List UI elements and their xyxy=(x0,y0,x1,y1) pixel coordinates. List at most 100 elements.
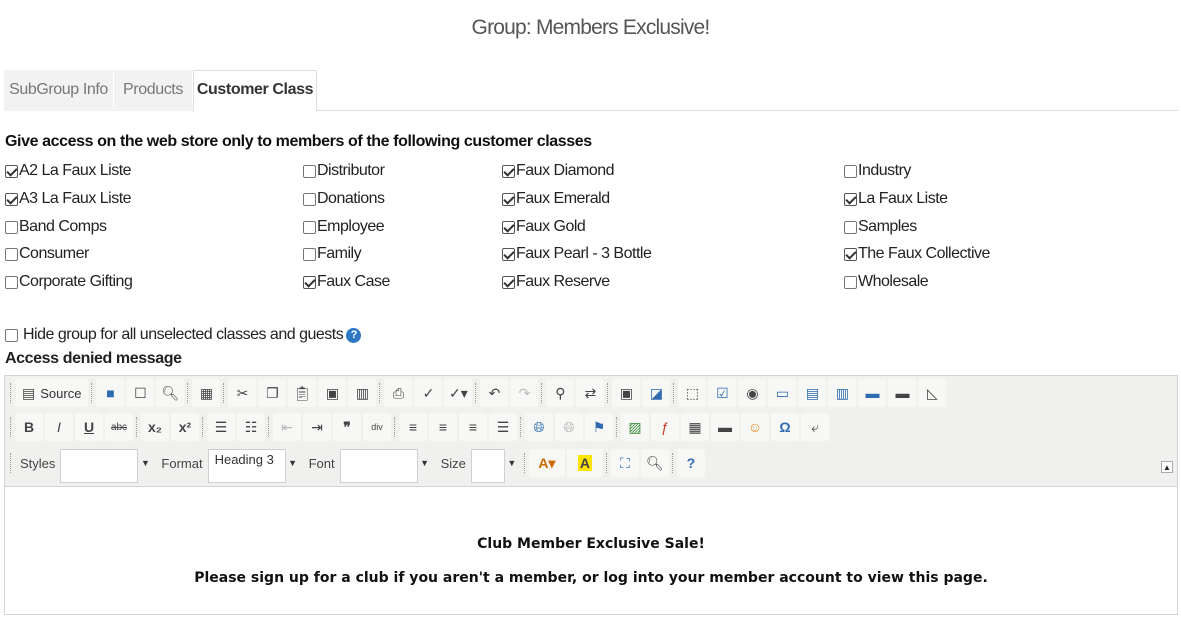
class-checkbox-wholesale[interactable]: Wholesale xyxy=(844,272,929,292)
checkbox[interactable] xyxy=(502,220,515,234)
superscript-button[interactable]: x² xyxy=(171,413,199,441)
hide-group-checkbox[interactable] xyxy=(5,328,18,342)
flash-button[interactable]: ƒ xyxy=(651,413,679,441)
create-div-button[interactable]: div xyxy=(363,413,391,441)
checkbox[interactable] xyxy=(844,247,857,261)
class-checkbox-distributor[interactable]: Distributor xyxy=(303,161,385,181)
bg-color-button[interactable]: A xyxy=(566,449,603,477)
collapse-toolbar-icon[interactable]: ▲ xyxy=(1161,461,1173,473)
print-button[interactable]: ⎙ xyxy=(384,379,413,407)
align-center-button[interactable]: ≡ xyxy=(429,413,457,441)
preview-button[interactable]: 🔍︎ xyxy=(156,379,185,407)
hide-group-option[interactable]: Hide group for all unselected classes an… xyxy=(5,326,362,344)
save-button[interactable]: ■ xyxy=(96,379,125,407)
table-button[interactable]: ▦ xyxy=(681,413,709,441)
image-button[interactable]: ▨ xyxy=(621,413,649,441)
radio-button[interactable]: ◉ xyxy=(738,379,767,407)
hidden-field-button[interactable]: ◺ xyxy=(918,379,947,407)
checkbox[interactable] xyxy=(502,275,515,289)
special-char-button[interactable]: Ω xyxy=(771,413,799,441)
align-left-button[interactable]: ≡ xyxy=(399,413,427,441)
format-select[interactable]: Heading 3 xyxy=(207,449,286,483)
maximize-button[interactable]: ⛶ xyxy=(610,449,639,477)
checkbox[interactable] xyxy=(5,220,18,234)
align-right-button[interactable]: ≡ xyxy=(459,413,487,441)
class-checkbox-a2-la-faux-liste[interactable]: A2 La Faux Liste xyxy=(5,161,132,181)
class-checkbox-samples[interactable]: Samples xyxy=(844,217,917,237)
page-break-button[interactable]: ⤶ xyxy=(801,413,829,441)
form-button[interactable]: ⬚ xyxy=(678,379,707,407)
class-checkbox-a3-la-faux-liste[interactable]: A3 La Faux Liste xyxy=(5,189,132,209)
spellcheck-button[interactable]: ✓ xyxy=(414,379,443,407)
anchor-button[interactable]: ⚑ xyxy=(585,413,613,441)
checkbox[interactable] xyxy=(502,247,515,261)
copy-button[interactable]: ❐ xyxy=(258,379,287,407)
show-blocks-button[interactable]: 🔍︎ xyxy=(640,449,669,477)
class-checkbox-faux-gold[interactable]: Faux Gold xyxy=(502,217,586,237)
chevron-down-icon[interactable]: ▼ xyxy=(418,449,432,477)
blockquote-button[interactable]: ❞ xyxy=(333,413,361,441)
about-button[interactable]: ? xyxy=(676,449,705,477)
replace-button[interactable]: ⇄ xyxy=(576,379,605,407)
class-checkbox-consumer[interactable]: Consumer xyxy=(5,244,89,264)
checkbox[interactable] xyxy=(5,192,18,206)
checkbox[interactable] xyxy=(844,220,857,234)
class-checkbox-family[interactable]: Family xyxy=(303,244,362,264)
unlink-button[interactable]: 🌐︎ xyxy=(555,413,583,441)
subscript-button[interactable]: x₂ xyxy=(141,413,169,441)
indent-button[interactable]: ⇥ xyxy=(303,413,331,441)
paste-button[interactable]: 📋︎ xyxy=(288,379,317,407)
templates-button[interactable]: ▦ xyxy=(192,379,221,407)
select-all-button[interactable]: ▣ xyxy=(612,379,641,407)
checkbox[interactable] xyxy=(5,164,18,178)
class-checkbox-donations[interactable]: Donations xyxy=(303,189,385,209)
remove-format-button[interactable]: ◪ xyxy=(642,379,671,407)
bold-button[interactable]: B xyxy=(15,413,43,441)
class-checkbox-the-faux-collective[interactable]: The Faux Collective xyxy=(844,244,990,264)
class-checkbox-faux-diamond[interactable]: Faux Diamond xyxy=(502,161,615,181)
class-checkbox-faux-reserve[interactable]: Faux Reserve xyxy=(502,272,610,292)
tab-subgroup-info[interactable]: SubGroup Info xyxy=(4,70,113,111)
class-checkbox-industry[interactable]: Industry xyxy=(844,161,911,181)
spellcheck-dropdown-button[interactable]: ✓▾ xyxy=(444,379,473,407)
bulleted-list-button[interactable]: ☷ xyxy=(237,413,265,441)
source-button[interactable]: ▤ Source xyxy=(15,379,89,407)
chevron-down-icon[interactable]: ▼ xyxy=(138,449,152,477)
font-select[interactable] xyxy=(339,449,418,483)
font-combo[interactable]: Font ▼ xyxy=(304,449,432,483)
paste-word-button[interactable]: ▥ xyxy=(348,379,377,407)
chevron-down-icon[interactable]: ▼ xyxy=(286,449,300,477)
horizontal-rule-button[interactable]: ▬ xyxy=(711,413,739,441)
new-page-button[interactable]: ☐ xyxy=(126,379,155,407)
size-combo[interactable]: Size ▼ xyxy=(436,449,519,483)
checkbox[interactable] xyxy=(303,247,316,261)
class-checkbox-corporate-gifting[interactable]: Corporate Gifting xyxy=(5,272,133,292)
chevron-down-icon[interactable]: ▼ xyxy=(505,449,519,477)
outdent-button[interactable]: ⇤ xyxy=(273,413,301,441)
checkbox-button[interactable]: ☑ xyxy=(708,379,737,407)
textarea-button[interactable]: ▤ xyxy=(798,379,827,407)
size-select[interactable] xyxy=(470,449,505,483)
justify-button[interactable]: ☰ xyxy=(489,413,517,441)
checkbox[interactable] xyxy=(502,192,515,206)
redo-button[interactable]: ↷ xyxy=(510,379,539,407)
textfield-button[interactable]: ▭ xyxy=(768,379,797,407)
paste-text-button[interactable]: ▣ xyxy=(318,379,347,407)
undo-button[interactable]: ↶ xyxy=(480,379,509,407)
styles-combo[interactable]: Styles ▼ xyxy=(15,449,152,483)
select-field-button[interactable]: ▥ xyxy=(828,379,857,407)
class-checkbox-faux-emerald[interactable]: Faux Emerald xyxy=(502,189,610,209)
checkbox[interactable] xyxy=(844,192,857,206)
tab-products[interactable]: Products xyxy=(114,70,192,111)
image-button-button[interactable]: ▬ xyxy=(888,379,917,407)
find-button[interactable]: ⚲ xyxy=(546,379,575,407)
checkbox[interactable] xyxy=(5,247,18,261)
checkbox[interactable] xyxy=(303,192,316,206)
class-checkbox-faux-case[interactable]: Faux Case xyxy=(303,272,390,292)
strike-button[interactable]: abc xyxy=(105,413,133,441)
underline-button[interactable]: U xyxy=(75,413,103,441)
class-checkbox-band-comps[interactable]: Band Comps xyxy=(5,217,107,237)
numbered-list-button[interactable]: ☰ xyxy=(207,413,235,441)
checkbox[interactable] xyxy=(303,275,316,289)
checkbox[interactable] xyxy=(844,275,857,289)
